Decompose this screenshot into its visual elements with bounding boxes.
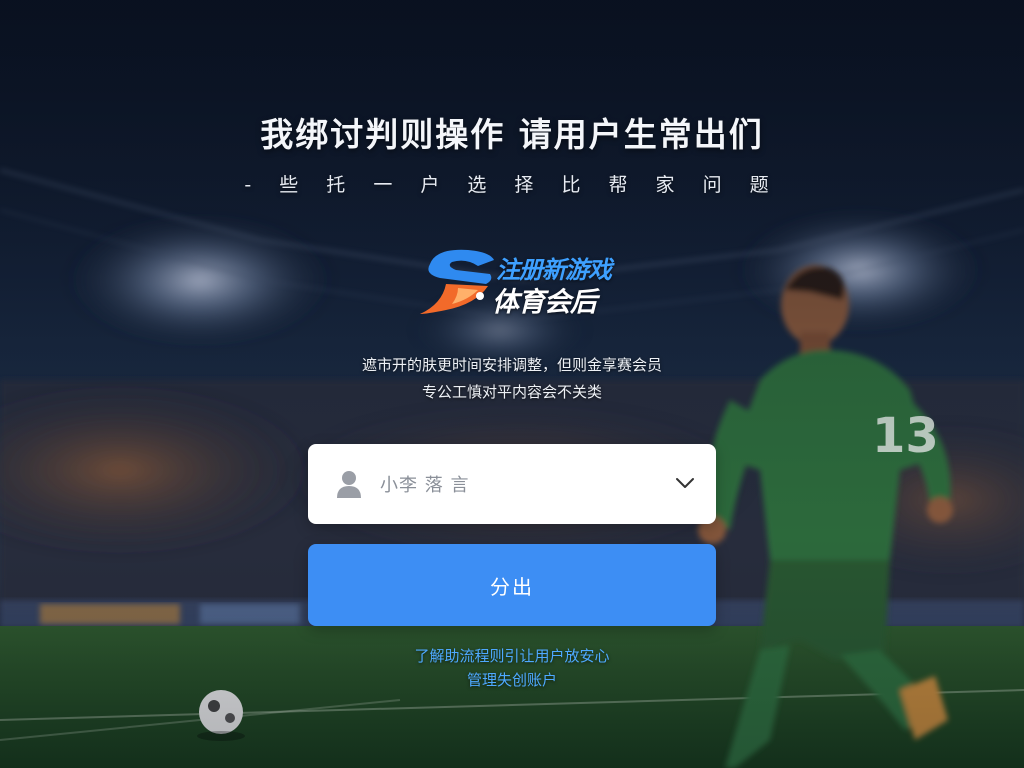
page-headline: 我绑讨判则操作 请用户生常出们 xyxy=(260,115,764,154)
submit-button[interactable]: 分出 xyxy=(308,544,716,626)
logo-title-line2: 体育会后 xyxy=(492,287,597,318)
manage-account-link[interactable]: 管理失创账户 xyxy=(467,668,557,692)
notice-text: 遮市开的肤更时间安排调整，但则金享赛会员 专公工慎对平内容会不关类 xyxy=(0,352,1024,406)
help-process-link[interactable]: 了解助流程则引让用户放安心 xyxy=(414,644,609,668)
brand-logo: 注册新游戏 体育会后 xyxy=(416,244,616,318)
account-select-value: 小李 落 言 xyxy=(380,475,470,496)
help-links: 了解助流程则引让用户放安心 管理失创账户 xyxy=(0,644,1024,692)
notice-line-1: 遮市开的肤更时间安排调整，但则金享赛会员 xyxy=(361,356,662,374)
notice-line-2: 专公工慎对平内容会不关类 xyxy=(421,383,602,401)
chevron-down-icon[interactable] xyxy=(674,472,696,494)
page-subheadline: - 些 托 一 户 选 择 比 帮 家 问 题 xyxy=(244,174,780,196)
user-icon xyxy=(337,471,361,498)
login-panel: 我绑讨判则操作 请用户生常出们 - 些 托 一 户 选 择 比 帮 家 问 题 … xyxy=(0,0,1024,768)
account-select[interactable]: 小李 落 言 xyxy=(308,444,716,524)
